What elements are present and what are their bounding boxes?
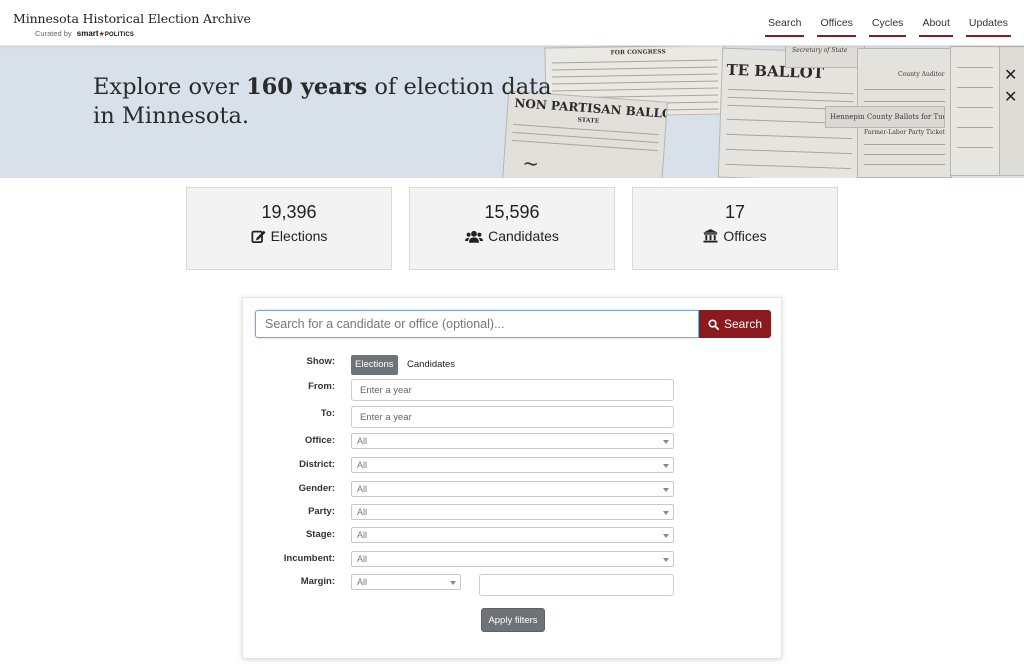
stat-card-candidates[interactable]: 15,596 Candidates [409,187,615,270]
gender-label: Gender: [298,483,335,494]
smart-politics-logo[interactable]: smart [77,29,99,38]
ballot-text: County Auditor [898,71,945,78]
stat-label: Candidates [488,228,559,244]
hero-title: Explore over 160 years of election data … [93,73,563,131]
office-select[interactable]: All [351,433,674,449]
ballot-text: FOR CONGRESS [610,48,666,57]
signature-scribble: ~ [521,150,540,176]
margin-select[interactable]: All [351,574,461,590]
nav-updates[interactable]: Updates [965,0,1011,37]
show-elections-toggle[interactable]: Elections [351,355,398,375]
stat-value: 17 [724,202,746,222]
to-label: To: [320,408,335,419]
hero-banner: Explore over 160 years of election data … [0,46,1024,178]
stat-label-row: Candidates [410,228,614,244]
nav-cycles[interactable]: Cycles [868,0,907,37]
stat-card-offices[interactable]: 17 Offices [632,187,838,270]
curated-by: Curated by smart★POLITICS [35,29,134,38]
stage-select[interactable]: All [351,527,674,543]
site-header: Minnesota Historical Election Archive Cu… [0,0,1024,46]
x-mark-icon: ✕ [1004,89,1018,106]
stat-value: 19,396 [261,202,317,222]
from-year-input[interactable] [351,379,674,401]
apply-filters-button[interactable]: Apply filters [481,608,545,632]
chevron-down-icon [663,488,669,492]
ballot-collage-image: FOR CONGRESS TE BALLOT Secretary of Stat… [502,46,1024,178]
chevron-down-icon [663,511,669,515]
gender-select[interactable]: All [351,481,674,497]
margin-label: Margin: [300,576,335,587]
stage-select-value: All [357,530,368,540]
search-button[interactable]: Search [699,310,771,338]
search-panel: Search Show: Elections Candidates From: … [242,297,782,659]
chevron-down-icon [663,440,669,444]
hero-title-pre: Explore over [93,74,246,100]
ballot-text: Secretary of State [792,47,848,54]
search-button-label: Search [723,317,763,331]
party-select[interactable]: All [351,504,674,520]
incumbent-select[interactable]: All [351,551,674,567]
smart-politics-logo-suffix: POLITICS [104,32,135,38]
main-nav: Search Offices Cycles About Updates [752,0,1011,46]
district-select[interactable]: All [351,457,674,473]
ballot-paper: Hennepin County Ballots for Tuesday [825,106,945,128]
chevron-down-icon [663,534,669,538]
incumbent-select-value: All [357,554,368,564]
x-mark-icon: ✕ [1004,67,1018,84]
edit-icon [251,230,266,243]
stat-label-row: Offices [633,228,837,244]
stat-label-row: Elections [187,228,391,244]
search-input[interactable] [255,310,699,338]
stat-value: 15,596 [484,202,540,222]
ballot-paper [950,46,1000,176]
building-columns-icon [703,229,719,243]
district-select-value: All [357,460,368,470]
chevron-down-icon [450,581,456,585]
show-label: Show: [306,356,336,367]
from-label: From: [308,381,335,392]
ballot-text: STATE [577,116,600,125]
gender-select-value: All [357,484,368,494]
incumbent-label: Incumbent: [283,553,335,564]
site-title[interactable]: Minnesota Historical Election Archive [13,11,251,26]
party-label: Party: [308,506,335,517]
chevron-down-icon [663,558,669,562]
chevron-down-icon [663,464,669,468]
party-select-value: All [357,507,368,517]
margin-value-input[interactable] [479,574,674,596]
stage-label: Stage: [305,529,335,540]
hero-title-bold: 160 years [245,74,368,100]
ballot-paper: ✕ ✕ [999,46,1024,176]
show-candidates-toggle[interactable]: Candidates [403,355,459,375]
stat-label: Offices [723,228,767,244]
margin-select-value: All [357,577,368,587]
to-year-input[interactable] [351,406,674,428]
nav-about[interactable]: About [919,0,953,37]
district-label: District: [299,459,335,470]
ballot-text: Farmer-Labor Party Ticket [864,129,945,136]
stat-card-elections[interactable]: 19,396 Elections [186,187,392,270]
nav-offices[interactable]: Offices [817,0,856,37]
search-icon [708,318,719,330]
ballot-text: Hennepin County Ballots for Tuesday [830,113,944,121]
office-label: Office: [304,435,335,446]
stat-label: Elections [270,228,328,244]
nav-search[interactable]: Search [765,0,805,37]
curated-by-label: Curated by [35,29,72,38]
office-select-value: All [357,436,368,446]
users-icon [465,230,484,243]
ballot-paper: Secretary of State [785,46,865,68]
